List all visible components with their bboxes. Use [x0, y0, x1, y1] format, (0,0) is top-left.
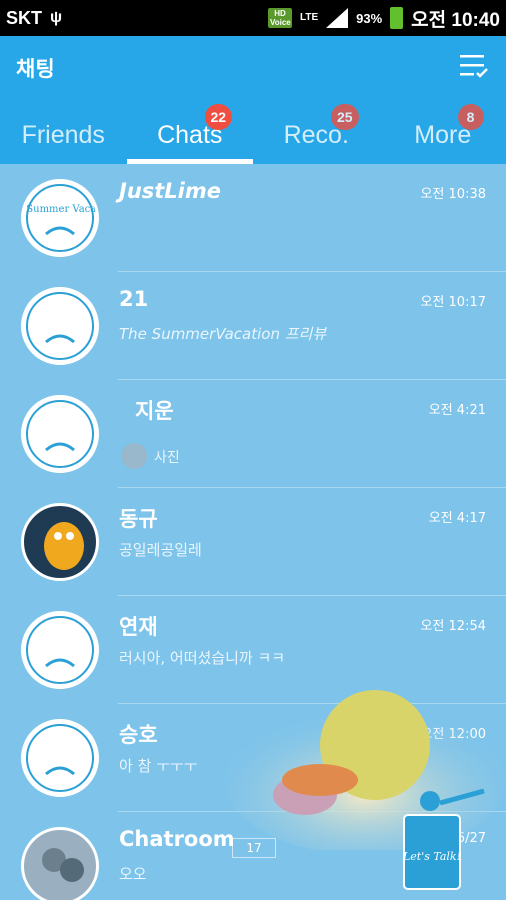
- app-header: 채팅 Friends Chats 22 Reco. 25 More 8: [0, 36, 506, 164]
- status-clock: 오전 10:40: [411, 9, 500, 31]
- chat-row[interactable]: 지운 사진 오전 4:21: [0, 380, 506, 488]
- chat-time: 오전 12:54: [420, 619, 486, 634]
- tab-bar: Friends Chats 22 Reco. 25 More 8: [0, 100, 506, 164]
- chat-time: 오전 4:21: [428, 403, 486, 418]
- hd-voice-icon: HD Voice: [267, 8, 292, 28]
- lets-talk-sticker[interactable]: Let's Talk!: [400, 785, 492, 893]
- avatar: [21, 395, 99, 473]
- chat-row[interactable]: 동규 공일레공일레 오전 4:17: [0, 488, 506, 596]
- chat-preview: 공일레공일레: [119, 541, 202, 559]
- chat-time: 오전 10:17: [420, 295, 486, 310]
- chat-name: JustLime: [119, 179, 222, 203]
- avatar: [21, 503, 99, 581]
- avatar: The Summer Vacation: [21, 179, 99, 257]
- avatar: [21, 827, 99, 900]
- usb-icon: ψ: [50, 9, 63, 26]
- chat-time: 오전 10:38: [420, 187, 486, 202]
- chat-row[interactable]: The Summer Vacation JustLime 오전 10:38: [0, 164, 506, 272]
- svg-text:Let's Talk!: Let's Talk!: [402, 850, 461, 863]
- lte-icon: LTE: [299, 12, 319, 23]
- tab-friends[interactable]: Friends: [0, 100, 127, 164]
- more-badge: 8: [457, 104, 484, 130]
- tab-chats[interactable]: Chats 22: [126, 100, 254, 164]
- chat-name: 승호: [119, 723, 158, 747]
- chat-preview: 오오: [119, 865, 147, 883]
- chat-name: 동규: [119, 507, 158, 531]
- tab-reco[interactable]: Reco. 25: [253, 100, 380, 164]
- chat-preview: 러시아, 어떠셨습니까 ㅋㅋ: [119, 649, 286, 667]
- chat-time: 오전 4:17: [428, 511, 486, 526]
- chat-preview: 사진: [154, 450, 180, 466]
- edit-list-icon[interactable]: [460, 53, 488, 79]
- tab-label: Friends: [21, 121, 105, 149]
- signal-icon: [326, 8, 349, 28]
- battery-percent: 93%: [356, 10, 383, 26]
- page-title: 채팅: [16, 57, 55, 81]
- svg-text:The Summer Vacation: The Summer Vacation: [24, 204, 96, 215]
- status-bar: SKT ψ HD Voice LTE 93% 오전 10:40: [0, 0, 506, 36]
- avatar: [21, 287, 99, 365]
- battery-icon: [390, 7, 404, 29]
- chat-preview: The SummerVacation 프리뷰: [119, 325, 327, 343]
- chat-name: 지운: [135, 399, 174, 423]
- chat-name: 연재: [119, 615, 158, 639]
- reco-badge: 25: [331, 104, 359, 130]
- photo-icon: [121, 443, 147, 469]
- chat-row[interactable]: 21 The SummerVacation 프리뷰 오전 10:17: [0, 272, 506, 380]
- carrier-label: SKT: [6, 7, 42, 28]
- avatar: [21, 719, 99, 797]
- avatar: [21, 611, 99, 689]
- tab-more[interactable]: More 8: [380, 100, 506, 164]
- chat-name: 21: [119, 287, 149, 311]
- chats-badge: 22: [204, 104, 233, 130]
- chat-preview: 아 참 ㅜㅜㅜ: [119, 757, 198, 775]
